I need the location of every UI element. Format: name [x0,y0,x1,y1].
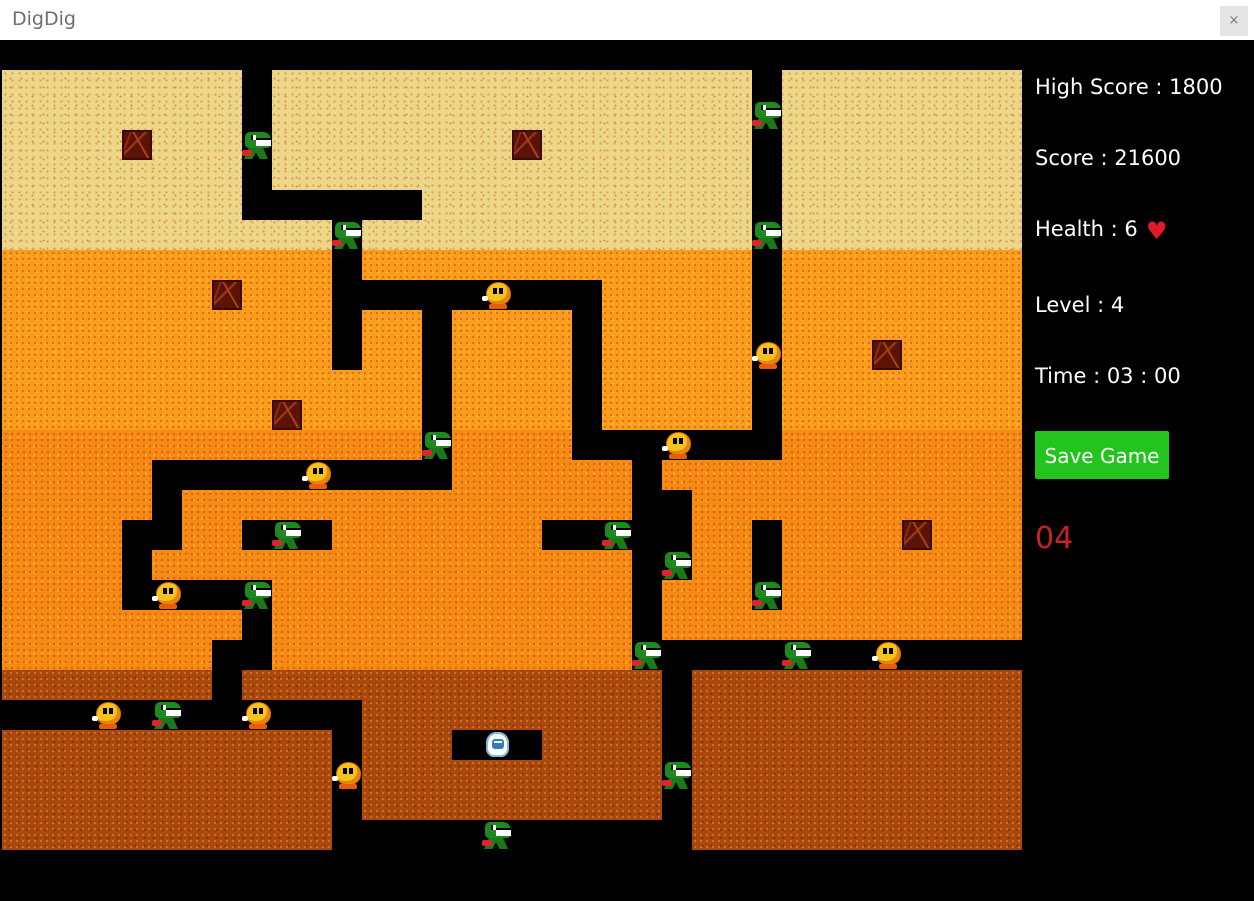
close-icon[interactable]: × [1220,6,1248,36]
rock [512,130,542,160]
pooka-enemy [332,760,362,790]
fygar-enemy [662,550,692,580]
pooka-enemy [302,460,332,490]
save-game-button[interactable]: Save Game [1035,431,1169,479]
pooka-enemy [752,340,782,370]
fygar-enemy [752,220,782,250]
fygar-enemy [482,820,512,850]
heart-icon: ♥ [1146,217,1168,245]
fygar-enemy [632,640,662,670]
tunnel [242,190,422,220]
level: Level : 4 [1035,293,1125,317]
fygar-enemy [152,700,182,730]
player-digger [482,730,512,760]
rock [122,130,152,160]
pooka-enemy [872,640,902,670]
rock [272,400,302,430]
fygar-enemy [332,220,362,250]
fygar-enemy [422,430,452,460]
tunnel [2,700,362,730]
pooka-enemy [152,580,182,610]
score: Score : 21600 [1035,146,1182,170]
fygar-enemy [242,580,272,610]
tunnel [332,280,602,310]
game-board[interactable] [2,70,1022,850]
fygar-enemy [752,580,782,610]
tunnel [332,820,692,850]
health: Health : 6 [1035,217,1138,241]
timer: Time : 03 : 00 [1035,364,1181,388]
fygar-enemy [782,640,812,670]
level-counter: 04 [1035,521,1074,556]
dirt-layer-1 [2,70,1022,250]
pooka-enemy [482,280,512,310]
fygar-enemy [662,760,692,790]
tunnel [662,640,692,850]
pooka-enemy [662,430,692,460]
rock [902,520,932,550]
rock [872,340,902,370]
rock [212,280,242,310]
pooka-enemy [92,700,122,730]
dirt-layer-2 [2,250,1022,430]
window-title: DigDig [12,8,76,30]
high-score: High Score : 1800 [1035,75,1223,99]
fygar-enemy [602,520,632,550]
fygar-enemy [752,100,782,130]
fygar-enemy [272,520,302,550]
pooka-enemy [242,700,272,730]
fygar-enemy [242,130,272,160]
title-bar: DigDig × [0,0,1254,40]
